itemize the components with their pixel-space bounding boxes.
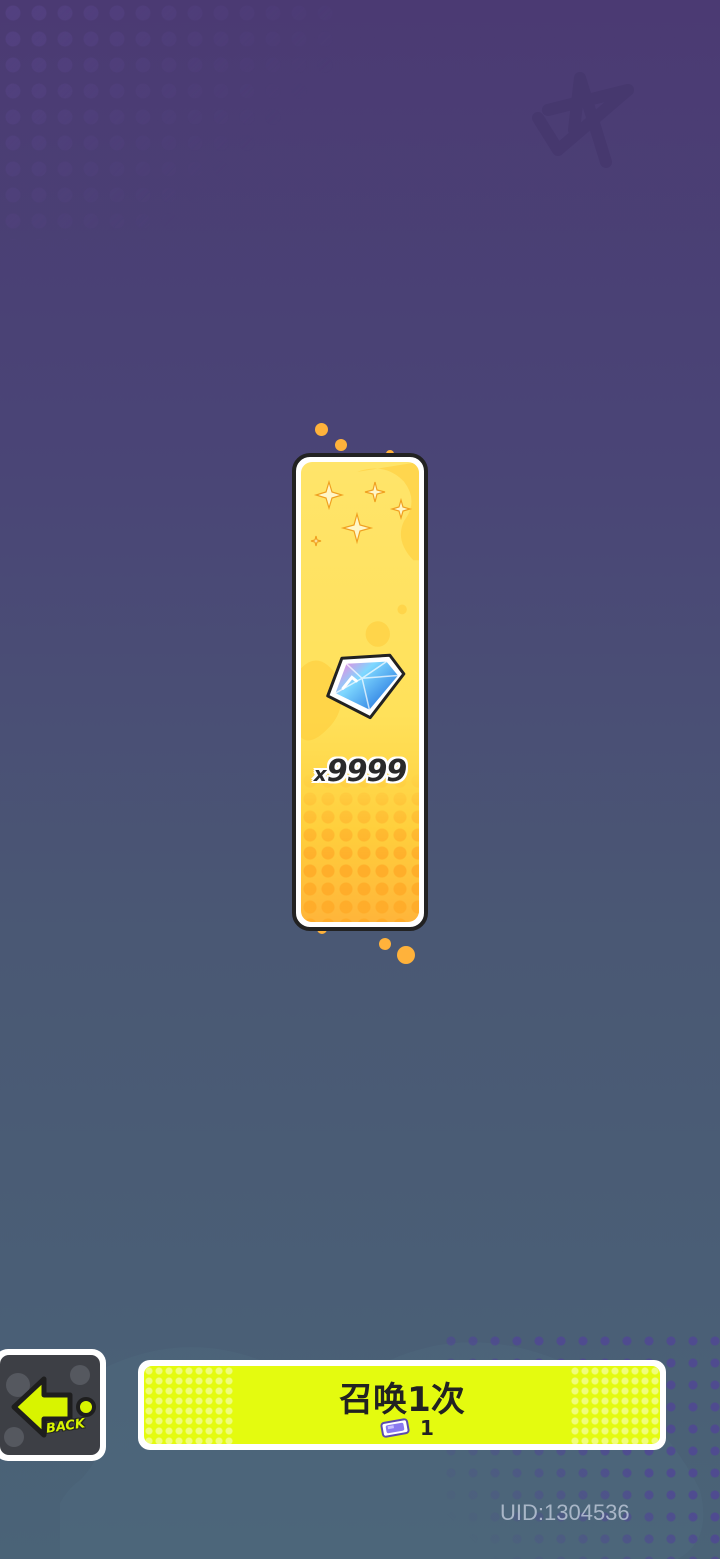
summon-cost: 1 — [380, 1416, 434, 1440]
confetti-dot — [397, 946, 415, 964]
ticket-icon — [380, 1418, 410, 1438]
back-button-face: BACK — [0, 1355, 100, 1455]
back-button[interactable]: BACK — [0, 1349, 106, 1461]
confetti-dot — [379, 938, 391, 950]
back-arrow-icon — [4, 1365, 96, 1447]
sparkle-icons — [310, 479, 413, 547]
card-halftone-pattern — [301, 772, 419, 922]
amount-value: 9999 — [326, 754, 407, 789]
confetti-dot — [335, 439, 347, 451]
confetti-dot — [315, 423, 328, 436]
star-doodle-icon — [532, 72, 634, 168]
amount-prefix: x — [313, 762, 327, 786]
reward-amount: x9999 — [301, 754, 419, 789]
user-id-label: UID:1304536 — [500, 1500, 630, 1525]
summon-once-button[interactable]: 召唤1次 1 — [138, 1360, 666, 1450]
reward-card-face: x9999 — [301, 462, 419, 922]
summon-button-face: 召唤1次 1 — [144, 1366, 660, 1444]
reward-card: x9999 — [292, 453, 428, 931]
summon-cost-value: 1 — [420, 1416, 434, 1440]
summon-button-label: 召唤1次 — [339, 1380, 465, 1420]
gem-icon — [326, 653, 406, 720]
background-dot-pattern — [0, 0, 340, 240]
